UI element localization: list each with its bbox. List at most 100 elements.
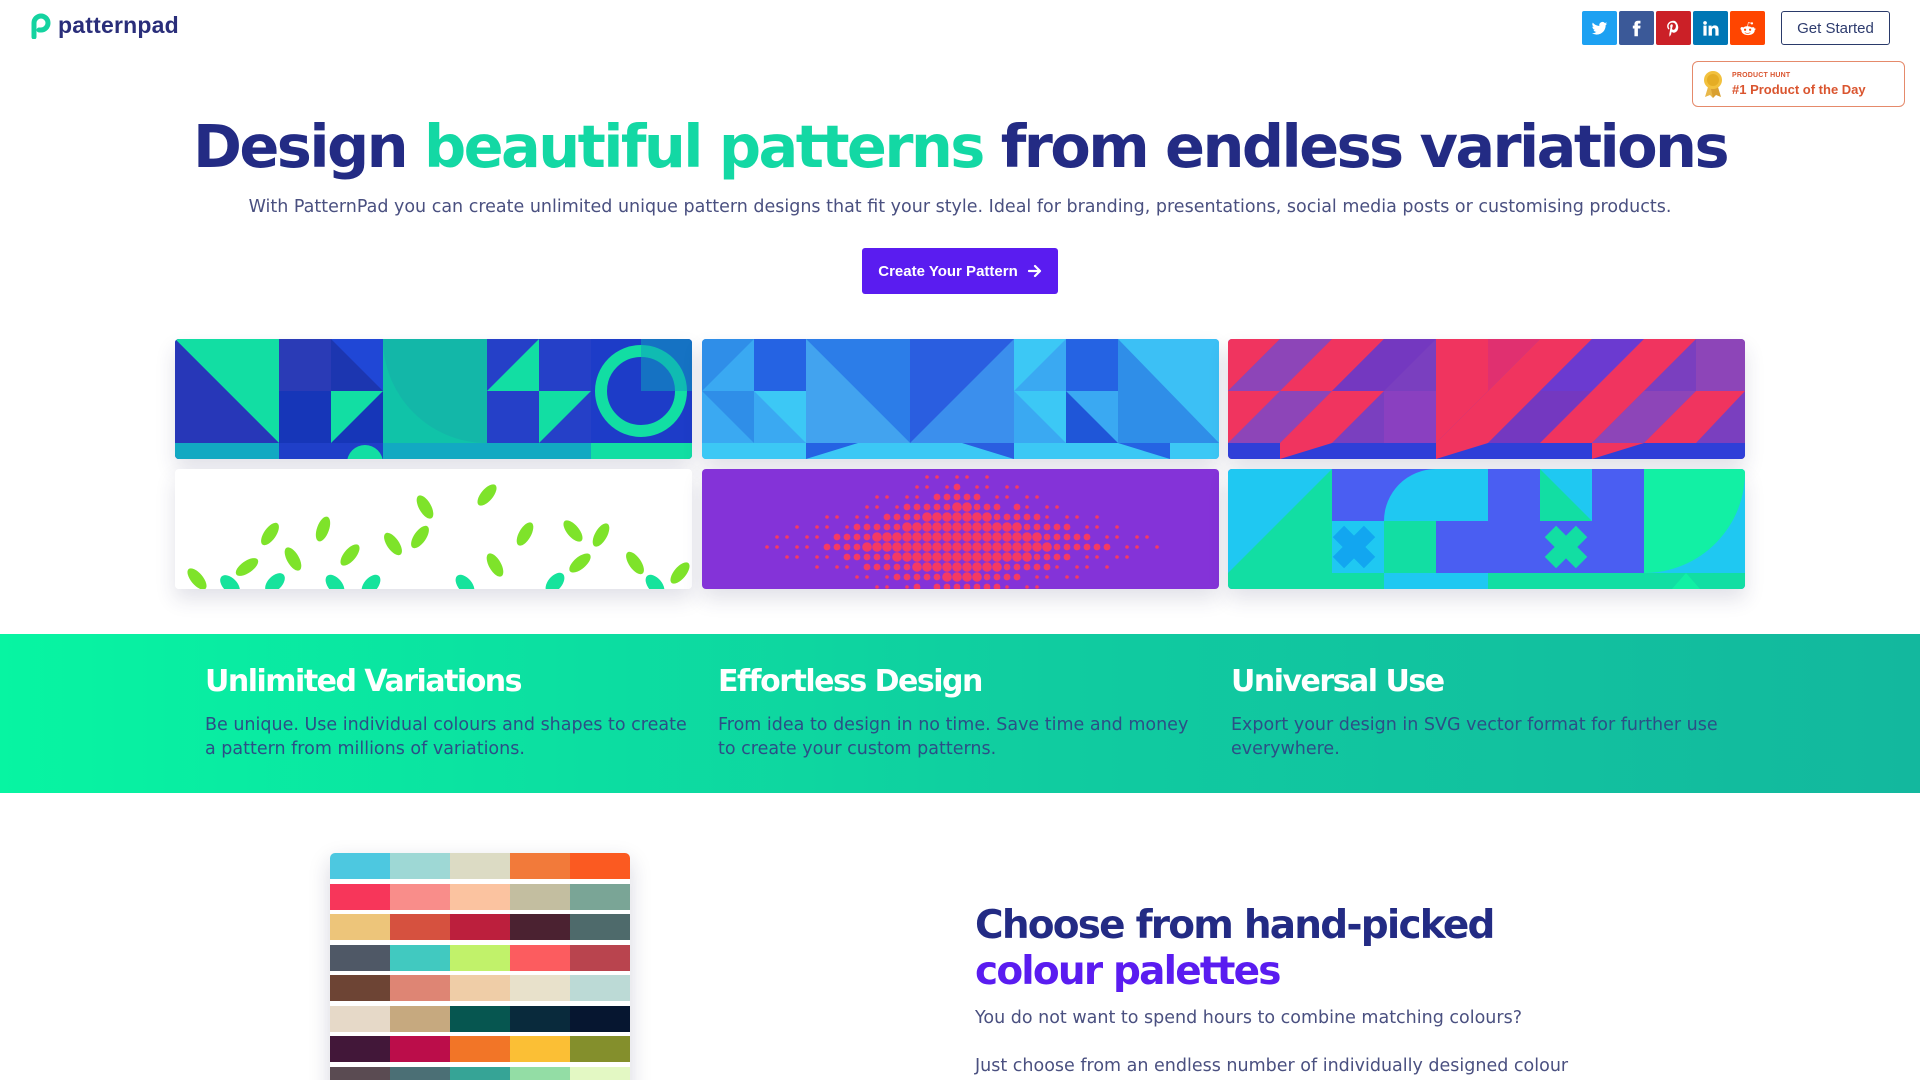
pattern-dot (845, 565, 849, 569)
palette-swatch (390, 1005, 450, 1032)
palette-row[interactable] (330, 975, 630, 1001)
pattern-dot (962, 532, 972, 542)
pattern-dot (765, 545, 769, 549)
palette-swatch (570, 1066, 630, 1080)
pattern-tile-geometric-teal-blue[interactable] (175, 339, 692, 459)
pattern-dot (1013, 563, 1021, 571)
facebook-share-button[interactable] (1619, 11, 1654, 45)
pattern-dot (1155, 545, 1159, 549)
pattern-tile-leaves-green[interactable] (175, 469, 692, 589)
feature-unlimited-variations: Unlimited Variations Be unique. Use indi… (205, 664, 695, 761)
product-hunt-badge[interactable]: PRODUCT HUNT #1 Product of the Day (1692, 61, 1905, 107)
pattern-dot (785, 555, 789, 559)
pattern-dot (1045, 515, 1049, 519)
create-pattern-button[interactable]: Create Your Pattern (862, 248, 1058, 294)
pattern-dot (943, 493, 951, 501)
pattern-dot (902, 552, 912, 562)
pattern-dot (835, 515, 839, 519)
pattern-dot (845, 525, 849, 529)
pattern-dot (785, 535, 789, 539)
pattern-dot (883, 563, 891, 571)
pattern-dot (1013, 503, 1021, 511)
pattern-dot (992, 542, 1002, 552)
get-started-button[interactable]: Get Started (1781, 11, 1890, 45)
pattern-dot (922, 522, 932, 532)
pattern-dot (825, 515, 829, 519)
palette-swatch (390, 944, 450, 971)
pattern-dot (1075, 515, 1079, 519)
reddit-share-button[interactable] (1730, 11, 1765, 45)
pattern-dot (973, 493, 981, 501)
palette-swatch (570, 853, 630, 879)
feature-universal-use: Universal Use Export your design in SVG … (1231, 664, 1721, 761)
pattern-dot (1002, 532, 1012, 542)
pattern-dot (1115, 555, 1119, 559)
pattern-dot (1103, 543, 1111, 551)
pattern-dot (963, 493, 971, 501)
palette-row[interactable] (330, 1036, 630, 1062)
pattern-dot (835, 565, 839, 569)
feature-title: Effortless Design (718, 664, 983, 699)
pattern-dot (1043, 533, 1051, 541)
pattern-dot (915, 485, 919, 489)
palette-swatch (330, 1005, 390, 1032)
pattern-dot (815, 535, 819, 539)
facebook-icon (1632, 20, 1641, 36)
palette-row[interactable] (330, 883, 630, 910)
pattern-geometric-teal-blue-image (175, 339, 692, 459)
twitter-share-button[interactable] (1582, 11, 1617, 45)
pattern-dot (1005, 585, 1009, 589)
pinterest-share-button[interactable] (1656, 11, 1691, 45)
pattern-dot (995, 495, 999, 499)
palette-swatch (330, 914, 390, 940)
pattern-dot (982, 522, 992, 532)
pattern-dot (775, 535, 779, 539)
pattern-dot (952, 532, 962, 542)
pattern-dot (1063, 523, 1071, 531)
pattern-dot (1075, 565, 1079, 569)
logo[interactable]: patternpad (30, 12, 179, 39)
pattern-dot (863, 523, 871, 531)
pattern-dot (853, 523, 861, 531)
pattern-dot (1033, 513, 1041, 521)
pattern-dot (1043, 563, 1051, 571)
pattern-dot (1025, 585, 1029, 589)
product-hunt-text: PRODUCT HUNT #1 Product of the Day (1732, 72, 1866, 96)
pattern-dot (1053, 543, 1061, 551)
pattern-dot (873, 553, 881, 561)
pattern-dot (935, 475, 939, 479)
pattern-dot (982, 552, 992, 562)
pattern-tile-shapes-blue-green[interactable] (1228, 469, 1745, 589)
pattern-dot (1012, 522, 1022, 532)
reddit-icon (1740, 21, 1756, 35)
pattern-dot (1083, 533, 1091, 541)
pattern-dot (1095, 525, 1099, 529)
pattern-dot (925, 475, 929, 479)
pattern-dot (952, 552, 962, 562)
pattern-dot (863, 533, 871, 541)
palette-swatch (330, 853, 390, 879)
pattern-dot (825, 555, 829, 559)
palette-row[interactable] (330, 944, 630, 971)
palette-row[interactable] (330, 853, 630, 879)
pattern-dot (1023, 513, 1031, 521)
pattern-tile-dots-purple-red[interactable] (702, 469, 1219, 589)
palette-row[interactable] (330, 1005, 630, 1032)
linkedin-share-button[interactable] (1693, 11, 1728, 45)
pattern-dot (962, 542, 972, 552)
pattern-dot (932, 562, 942, 572)
pattern-dot (943, 503, 951, 511)
pattern-tile-triangles-blue[interactable] (702, 339, 1219, 459)
pattern-dot (865, 575, 869, 579)
pattern-tile-diagonal-pink-purple[interactable] (1228, 339, 1745, 459)
pattern-dot (922, 542, 932, 552)
pattern-dot (1063, 553, 1071, 561)
pattern-dot (965, 475, 969, 479)
palette-row[interactable] (330, 914, 630, 940)
pattern-dot (982, 512, 992, 522)
pattern-dot (973, 503, 981, 511)
pattern-dot (982, 542, 992, 552)
pattern-dot (795, 525, 799, 529)
palette-row[interactable] (330, 1066, 630, 1080)
pattern-dot (1055, 505, 1059, 509)
